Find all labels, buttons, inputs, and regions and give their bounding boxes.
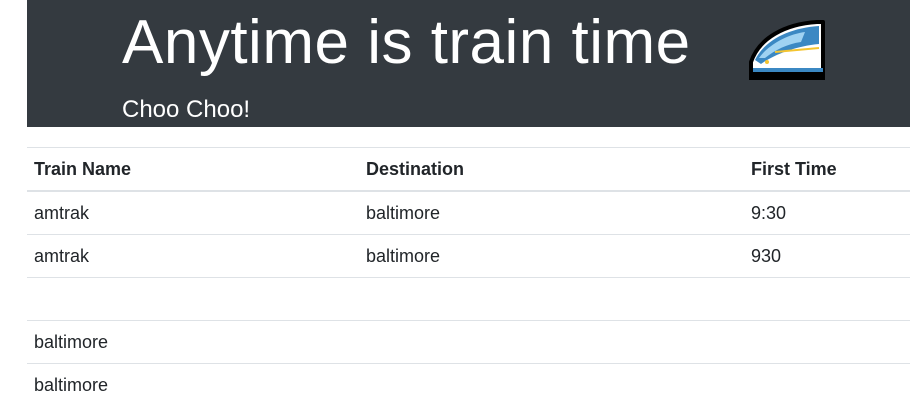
column-header-train-name: Train Name [27,147,359,192]
table-row: amtrak baltimore 930 [27,234,910,278]
table-row: amtrak baltimore 9:30 [27,190,910,235]
cell-first-time: 9:30 [744,190,910,235]
header-jumbotron: Anytime is train time Choo Choo! [27,0,910,127]
cell-train-name: baltimore [27,320,359,364]
table-row [27,277,910,321]
column-header-first-time: First Time [744,147,910,192]
cell-train-name [27,277,359,321]
cell-destination: baltimore [359,190,744,235]
cell-destination [359,320,744,364]
cell-first-time [744,277,910,321]
cell-train-name: baltimore [27,363,359,406]
cell-destination [359,363,744,406]
cell-first-time: 930 [744,234,910,278]
high-speed-train-icon [749,20,825,80]
page-title: Anytime is train time [122,8,691,77]
cell-train-name: amtrak [27,190,359,235]
cell-first-time [744,363,910,406]
page-subtitle: Choo Choo! [122,96,251,123]
table-row: baltimore [27,363,910,406]
cell-train-name: amtrak [27,234,359,278]
table-header-row: Train Name Destination First Time [27,147,910,192]
table-row: baltimore [27,320,910,364]
train-schedule-table: Train Name Destination First Time amtrak… [27,147,910,406]
column-header-destination: Destination [359,147,744,192]
cell-first-time [744,320,910,364]
cell-destination [359,277,744,321]
cell-destination: baltimore [359,234,744,278]
